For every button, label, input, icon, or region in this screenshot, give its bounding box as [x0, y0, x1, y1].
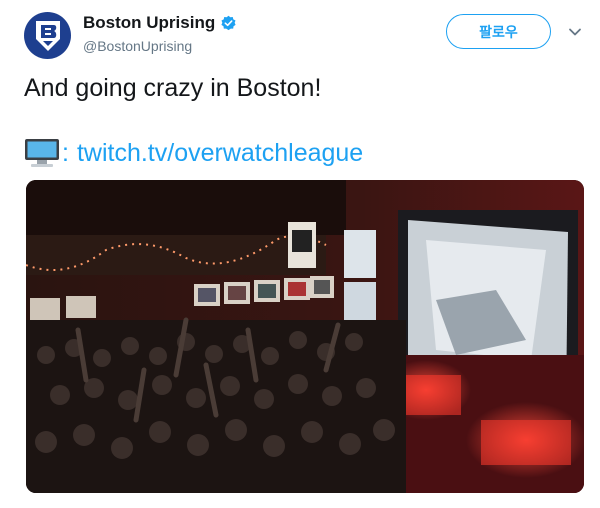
follow-button[interactable]: 팔로우 — [446, 14, 551, 49]
tweet-link-row: : twitch.tv/overwatchleague — [24, 138, 363, 168]
verified-badge-icon — [221, 15, 236, 30]
chevron-down-icon[interactable] — [568, 25, 582, 39]
boston-uprising-logo-icon — [35, 20, 60, 51]
tweet-text: And going crazy in Boston! — [24, 74, 322, 102]
display-name[interactable]: Boston Uprising — [83, 13, 215, 33]
link-colon: : — [62, 138, 69, 167]
media-photo[interactable] — [26, 180, 584, 493]
computer-icon — [25, 139, 59, 167]
user-handle[interactable]: @BostonUprising — [83, 38, 192, 54]
author-name-row[interactable]: Boston Uprising — [83, 13, 237, 33]
twitch-link[interactable]: twitch.tv/overwatchleague — [77, 139, 363, 168]
avatar[interactable] — [24, 12, 71, 59]
bar-crowd-photo-icon — [26, 180, 584, 493]
